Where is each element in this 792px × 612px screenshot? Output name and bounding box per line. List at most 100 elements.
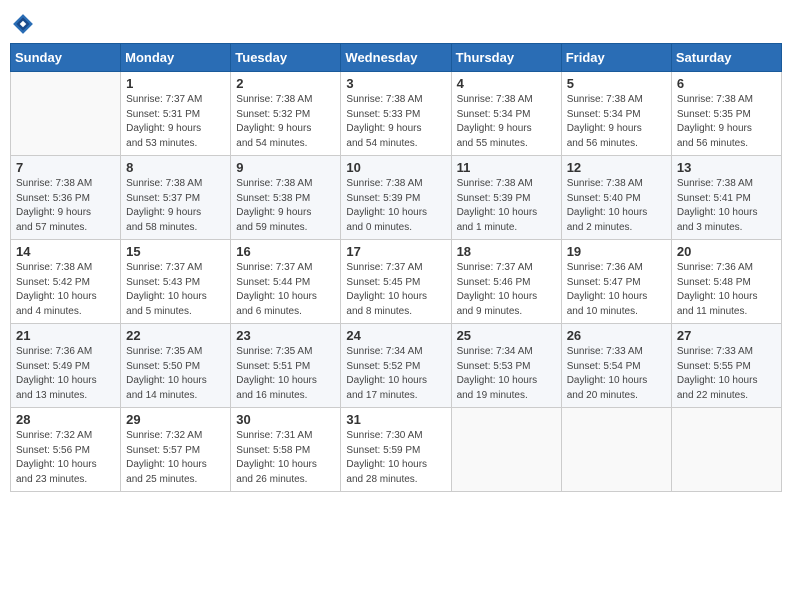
calendar-cell: 19 Sunrise: 7:36 AMSunset: 5:47 PMDayligh… [561, 240, 671, 324]
calendar-cell: 18 Sunrise: 7:37 AMSunset: 5:46 PMDayligh… [451, 240, 561, 324]
day-number: 11 [457, 160, 556, 175]
calendar-cell [671, 408, 781, 492]
calendar-cell [561, 408, 671, 492]
day-number: 9 [236, 160, 335, 175]
calendar-cell: 5Sunrise: 7:38 AMSunset: 5:34 PMDaylight… [561, 72, 671, 156]
calendar-cell: 8 Sunrise: 7:38 AMSunset: 5:37 PMDaylight… [121, 156, 231, 240]
calendar-table: SundayMondayTuesdayWednesdayThursdayFrid… [10, 43, 782, 492]
day-number: 4 [457, 76, 556, 91]
calendar-cell: 25 Sunrise: 7:34 AMSunset: 5:53 PMDayligh… [451, 324, 561, 408]
calendar-cell: 2 Sunrise: 7:38 AMSunset: 5:32 PMDaylight… [231, 72, 341, 156]
day-number: 24 [346, 328, 445, 343]
day-info: Sunrise: 7:36 AMSunset: 5:49 PMDaylight:… [16, 345, 115, 403]
calendar-cell: 6 Sunrise: 7:38 AMSunset: 5:35 PMDaylight… [671, 72, 781, 156]
day-number: 10 [346, 160, 445, 175]
calendar-cell: 28 Sunrise: 7:32 AMSunset: 5:56 PMDayligh… [11, 408, 121, 492]
day-info: Sunrise: 7:30 AMSunset: 5:59 PMDaylight:… [346, 429, 445, 487]
day-info: Sunrise: 7:36 AMSunset: 5:48 PMDaylight:… [677, 261, 776, 319]
day-number: 27 [677, 328, 776, 343]
day-number: 20 [677, 244, 776, 259]
calendar-cell: 22 Sunrise: 7:35 AMSunset: 5:50 PMDayligh… [121, 324, 231, 408]
calendar-week-row: 28 Sunrise: 7:32 AMSunset: 5:56 PMDayligh… [11, 408, 782, 492]
day-number: 17 [346, 244, 445, 259]
day-info: Sunrise: 7:33 AMSunset: 5:55 PMDaylight:… [677, 345, 776, 403]
day-info: Sunrise: 7:38 AMSunset: 5:42 PMDaylight:… [16, 261, 115, 319]
weekday-header: Wednesday [341, 44, 451, 72]
day-info: Sunrise: 7:34 AMSunset: 5:52 PMDaylight:… [346, 345, 445, 403]
calendar-cell: 17 Sunrise: 7:37 AMSunset: 5:45 PMDayligh… [341, 240, 451, 324]
day-number: 22 [126, 328, 225, 343]
day-info: Sunrise: 7:38 AMSunset: 5:40 PMDaylight:… [567, 177, 666, 235]
day-info: Sunrise: 7:33 AMSunset: 5:54 PMDaylight:… [567, 345, 666, 403]
calendar-cell: 4 Sunrise: 7:38 AMSunset: 5:34 PMDaylight… [451, 72, 561, 156]
day-info: Sunrise: 7:38 AMSunset: 5:37 PMDaylight:… [126, 177, 225, 235]
calendar-cell: 11 Sunrise: 7:38 AMSunset: 5:39 PMDayligh… [451, 156, 561, 240]
weekday-header: Saturday [671, 44, 781, 72]
day-number: 3 [346, 76, 445, 91]
weekday-header: Tuesday [231, 44, 341, 72]
calendar-cell: 26 Sunrise: 7:33 AMSunset: 5:54 PMDayligh… [561, 324, 671, 408]
day-number: 23 [236, 328, 335, 343]
day-info: Sunrise: 7:38 AMSunset: 5:39 PMDaylight:… [346, 177, 445, 235]
calendar-cell: 30Sunrise: 7:31 AMSunset: 5:58 PMDayligh… [231, 408, 341, 492]
day-info: Sunrise: 7:35 AMSunset: 5:51 PMDaylight:… [236, 345, 335, 403]
day-info: Sunrise: 7:38 AMSunset: 5:36 PMDaylight:… [16, 177, 115, 235]
page-header [10, 10, 782, 35]
calendar-cell [11, 72, 121, 156]
day-number: 21 [16, 328, 115, 343]
day-number: 14 [16, 244, 115, 259]
calendar-cell: 29Sunrise: 7:32 AMSunset: 5:57 PMDayligh… [121, 408, 231, 492]
day-number: 6 [677, 76, 776, 91]
day-info: Sunrise: 7:35 AMSunset: 5:50 PMDaylight:… [126, 345, 225, 403]
day-number: 28 [16, 412, 115, 427]
day-info: Sunrise: 7:37 AMSunset: 5:46 PMDaylight:… [457, 261, 556, 319]
day-number: 8 [126, 160, 225, 175]
calendar-cell: 21 Sunrise: 7:36 AMSunset: 5:49 PMDayligh… [11, 324, 121, 408]
day-info: Sunrise: 7:37 AMSunset: 5:45 PMDaylight:… [346, 261, 445, 319]
logo [10, 10, 38, 35]
weekday-header: Friday [561, 44, 671, 72]
day-info: Sunrise: 7:37 AMSunset: 5:31 PMDaylight:… [126, 93, 225, 151]
weekday-header: Sunday [11, 44, 121, 72]
calendar-week-row: 1 Sunrise: 7:37 AMSunset: 5:31 PMDaylight… [11, 72, 782, 156]
calendar-cell: 13 Sunrise: 7:38 AMSunset: 5:41 PMDayligh… [671, 156, 781, 240]
day-number: 13 [677, 160, 776, 175]
day-info: Sunrise: 7:38 AMSunset: 5:35 PMDaylight:… [677, 93, 776, 151]
day-number: 29 [126, 412, 225, 427]
day-info: Sunrise: 7:38 AMSunset: 5:39 PMDaylight:… [457, 177, 556, 235]
day-number: 18 [457, 244, 556, 259]
day-info: Sunrise: 7:38 AMSunset: 5:34 PMDaylight:… [567, 93, 666, 151]
day-info: Sunrise: 7:38 AMSunset: 5:32 PMDaylight:… [236, 93, 335, 151]
day-number: 12 [567, 160, 666, 175]
day-number: 2 [236, 76, 335, 91]
calendar-cell: 7 Sunrise: 7:38 AMSunset: 5:36 PMDaylight… [11, 156, 121, 240]
calendar-cell [451, 408, 561, 492]
day-number: 7 [16, 160, 115, 175]
calendar-cell: 31 Sunrise: 7:30 AMSunset: 5:59 PMDayligh… [341, 408, 451, 492]
calendar-cell: 14 Sunrise: 7:38 AMSunset: 5:42 PMDayligh… [11, 240, 121, 324]
day-info: Sunrise: 7:37 AMSunset: 5:44 PMDaylight:… [236, 261, 335, 319]
calendar-cell: 24 Sunrise: 7:34 AMSunset: 5:52 PMDayligh… [341, 324, 451, 408]
calendar-cell: 10 Sunrise: 7:38 AMSunset: 5:39 PMDayligh… [341, 156, 451, 240]
day-number: 31 [346, 412, 445, 427]
day-number: 25 [457, 328, 556, 343]
day-info: Sunrise: 7:38 AMSunset: 5:34 PMDaylight:… [457, 93, 556, 151]
day-info: Sunrise: 7:36 AMSunset: 5:47 PMDaylight:… [567, 261, 666, 319]
day-number: 26 [567, 328, 666, 343]
calendar-cell: 16 Sunrise: 7:37 AMSunset: 5:44 PMDayligh… [231, 240, 341, 324]
day-info: Sunrise: 7:32 AMSunset: 5:56 PMDaylight:… [16, 429, 115, 487]
day-info: Sunrise: 7:38 AMSunset: 5:41 PMDaylight:… [677, 177, 776, 235]
logo-icon [12, 13, 34, 35]
calendar-week-row: 21 Sunrise: 7:36 AMSunset: 5:49 PMDayligh… [11, 324, 782, 408]
calendar-cell: 23 Sunrise: 7:35 AMSunset: 5:51 PMDayligh… [231, 324, 341, 408]
calendar-header-row: SundayMondayTuesdayWednesdayThursdayFrid… [11, 44, 782, 72]
day-number: 19 [567, 244, 666, 259]
calendar-cell: 1 Sunrise: 7:37 AMSunset: 5:31 PMDaylight… [121, 72, 231, 156]
weekday-header: Thursday [451, 44, 561, 72]
day-info: Sunrise: 7:34 AMSunset: 5:53 PMDaylight:… [457, 345, 556, 403]
calendar-cell: 9Sunrise: 7:38 AMSunset: 5:38 PMDaylight… [231, 156, 341, 240]
calendar-cell: 12 Sunrise: 7:38 AMSunset: 5:40 PMDayligh… [561, 156, 671, 240]
calendar-cell: 27 Sunrise: 7:33 AMSunset: 5:55 PMDayligh… [671, 324, 781, 408]
day-number: 1 [126, 76, 225, 91]
day-number: 16 [236, 244, 335, 259]
